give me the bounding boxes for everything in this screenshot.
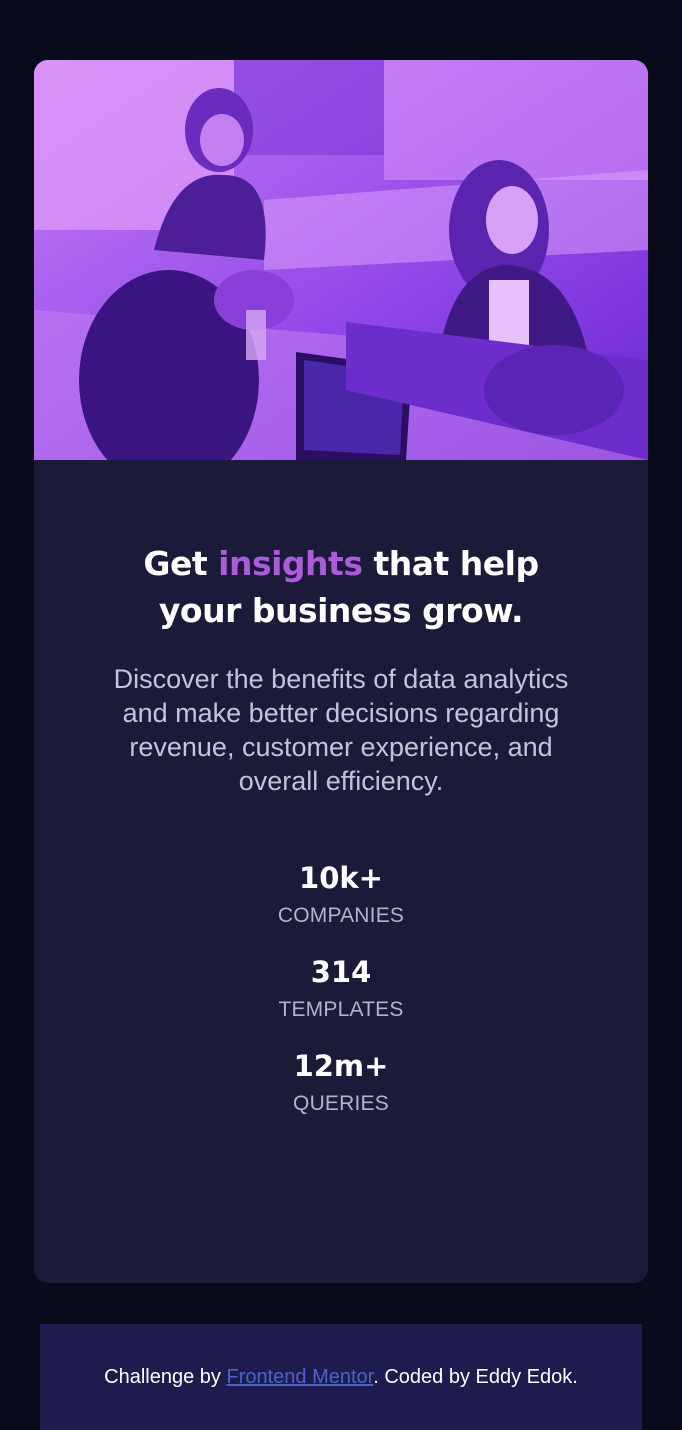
stats-list: 10k+ COMPANIES 314 TEMPLATES 12m+ QUERIE… — [34, 860, 648, 1116]
headline-start: Get — [143, 544, 208, 583]
stat-value: 12m+ — [293, 1049, 389, 1083]
stat-value: 10k+ — [299, 861, 383, 895]
hero-image-illustration — [34, 60, 648, 460]
card-content: Get insights that help your business gro… — [34, 460, 648, 1116]
stat-item: 314 TEMPLATES — [34, 954, 648, 1022]
stat-label: COMPANIES — [277, 904, 405, 927]
stat-label: QUERIES — [293, 1092, 389, 1115]
attribution-prefix: Challenge by — [104, 1366, 221, 1388]
attribution-footer: Challenge by Frontend Mentor. Coded by E… — [40, 1324, 642, 1430]
stat-label: TEMPLATES — [278, 998, 404, 1021]
hero-image — [34, 60, 648, 460]
description: Discover the benefits of data analytics … — [113, 664, 569, 796]
stat-value: 314 — [310, 955, 372, 989]
frontend-mentor-link[interactable]: Frontend Mentor — [226, 1366, 373, 1388]
stat-item: 12m+ QUERIES — [34, 1048, 648, 1116]
attribution-suffix: . Coded by Eddy Edok. — [373, 1366, 578, 1388]
stat-item: 10k+ COMPANIES — [34, 860, 648, 928]
stats-preview-card: Get insights that help your business gro… — [34, 60, 648, 1283]
headline-accent: insights — [218, 544, 363, 583]
headline: Get insights that help your business gro… — [121, 540, 561, 634]
